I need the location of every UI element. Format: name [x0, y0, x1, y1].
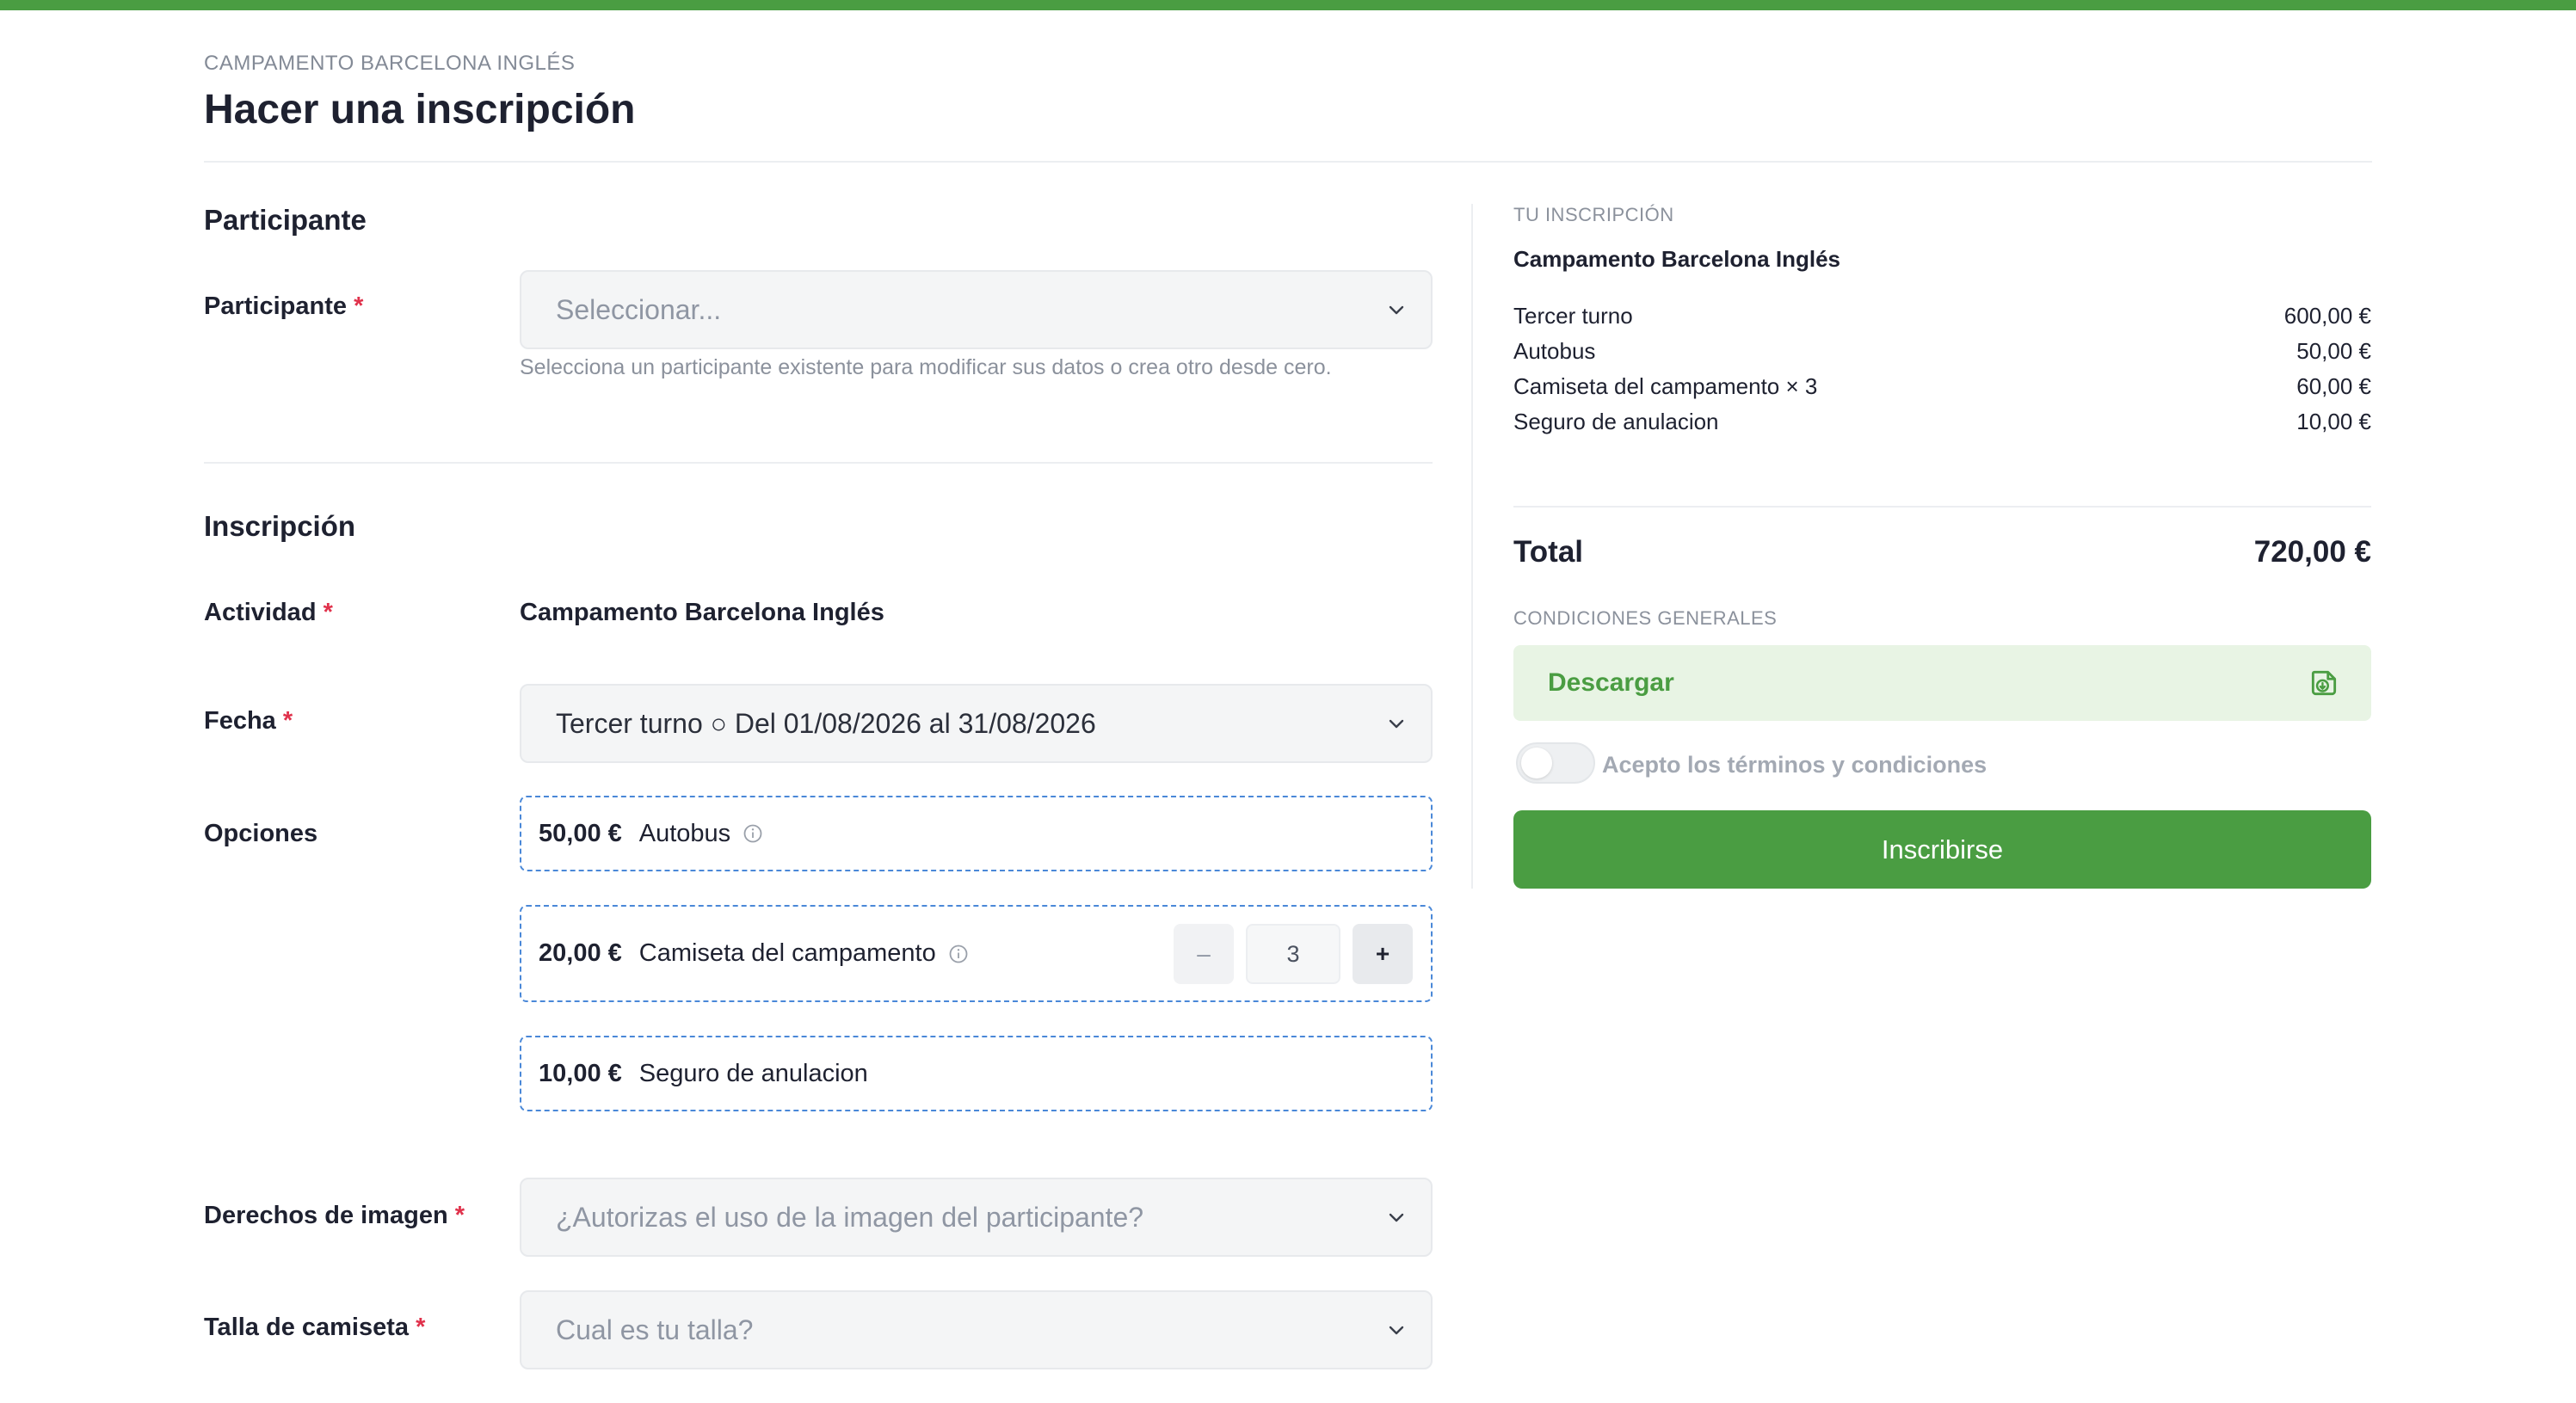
date-label-text: Fecha [204, 707, 276, 735]
summary-line-item: Seguro de anulacion 10,00 € [1513, 409, 2371, 435]
toggle-knob [1521, 748, 1552, 778]
required-mark: * [454, 1202, 465, 1229]
tshirt-size-label: Talla de camiseta * [204, 1314, 425, 1342]
total-value: 720,00 € [2253, 535, 2371, 569]
section-divider [204, 462, 1433, 464]
option-name: Camiseta del campamento [638, 939, 936, 967]
chevron-down-icon [1389, 719, 1404, 729]
line-item-amount: 60,00 € [2296, 373, 2371, 399]
option-name: Seguro de anulacion [638, 1059, 868, 1087]
option-seguro[interactable]: 10,00 € Seguro de anulacion [520, 1036, 1433, 1111]
summary-line-item: Tercer turno 600,00 € [1513, 303, 2371, 329]
conditions-eyebrow: CONDICIONES GENERALES [1513, 607, 1778, 629]
chevron-down-icon [1389, 305, 1404, 315]
info-icon[interactable] [743, 823, 763, 844]
quantity-decrement-button[interactable]: – [1174, 924, 1234, 984]
summary-divider [1513, 506, 2371, 508]
activity-label: Actividad * [204, 599, 333, 627]
registration-page: CAMPAMENTO BARCELONA INGLÉS Hacer una in… [0, 0, 2576, 1403]
option-price: 20,00 € [539, 939, 622, 967]
required-mark: * [323, 599, 333, 626]
line-item-amount: 50,00 € [2296, 338, 2371, 364]
chevron-down-icon [1389, 1326, 1404, 1335]
image-rights-label: Derechos de imagen * [204, 1202, 465, 1230]
tshirt-size-select[interactable]: Cual es tu talla? [520, 1290, 1433, 1369]
image-rights-placeholder: ¿Autorizas el uso de la imagen del parti… [556, 1201, 1144, 1233]
summary-line-item: Camiseta del campamento × 3 60,00 € [1513, 373, 2371, 400]
sidebar-divider [1471, 204, 1473, 889]
line-item-label: Seguro de anulacion [1513, 409, 1719, 434]
date-label: Fecha * [204, 707, 293, 735]
download-file-icon [2311, 670, 2337, 696]
options-label: Opciones [204, 820, 318, 847]
image-rights-select[interactable]: ¿Autorizas el uso de la imagen del parti… [520, 1178, 1433, 1257]
page-title: Hacer una inscripción [204, 87, 636, 132]
quantity-increment-button[interactable]: + [1353, 924, 1413, 984]
participant-label: Participante * [204, 292, 363, 321]
participant-help-text: Selecciona un participante existente par… [520, 355, 1332, 379]
participant-select[interactable]: Seleccionar... [520, 270, 1433, 349]
option-autobus[interactable]: 50,00 € Autobus [520, 796, 1433, 871]
line-item-amount: 10,00 € [2296, 409, 2371, 434]
required-mark: * [282, 707, 293, 735]
summary-activity-title: Campamento Barcelona Inglés [1513, 246, 1840, 272]
participant-label-text: Participante [204, 292, 347, 320]
date-select[interactable]: Tercer turno ○ Del 01/08/2026 al 31/08/2… [520, 684, 1433, 763]
line-item-label: Tercer turno [1513, 303, 1633, 329]
participant-select-placeholder: Seleccionar... [556, 293, 722, 325]
activity-label-text: Actividad [204, 599, 317, 626]
terms-toggle[interactable] [1516, 742, 1595, 784]
total-label: Total [1513, 535, 1584, 569]
date-select-value: Tercer turno ○ Del 01/08/2026 al 31/08/2… [556, 707, 1096, 739]
option-name: Autobus [638, 819, 731, 847]
summary-line-item: Autobus 50,00 € [1513, 338, 2371, 365]
chevron-down-icon [1389, 1213, 1404, 1222]
required-mark: * [354, 292, 364, 320]
option-price: 50,00 € [539, 819, 622, 847]
line-item-label: Autobus [1513, 338, 1596, 364]
line-item-amount: 600,00 € [2283, 303, 2371, 329]
image-rights-label-text: Derechos de imagen [204, 1202, 448, 1229]
terms-label: Acepto los términos y condiciones [1602, 752, 1987, 778]
registration-section-title: Inscripción [204, 510, 356, 542]
option-price: 10,00 € [539, 1059, 622, 1087]
header-divider [204, 161, 2372, 163]
tshirt-size-placeholder: Cual es tu talla? [556, 1314, 754, 1345]
summary-eyebrow: TU INSCRIPCIÓN [1513, 204, 1674, 225]
participant-section-title: Participante [204, 204, 367, 236]
page-eyebrow: CAMPAMENTO BARCELONA INGLÉS [204, 52, 576, 75]
activity-value: Campamento Barcelona Inglés [520, 599, 884, 626]
download-conditions-button[interactable]: Descargar [1513, 645, 2371, 721]
line-item-label: Camiseta del campamento × 3 [1513, 373, 1818, 399]
submit-registration-button[interactable]: Inscribirse [1513, 810, 2371, 889]
quantity-input[interactable]: 3 [1246, 924, 1340, 984]
download-label: Descargar [1548, 668, 1674, 697]
required-mark: * [416, 1314, 426, 1341]
info-icon[interactable] [948, 944, 969, 964]
tshirt-size-label-text: Talla de camiseta [204, 1314, 410, 1341]
